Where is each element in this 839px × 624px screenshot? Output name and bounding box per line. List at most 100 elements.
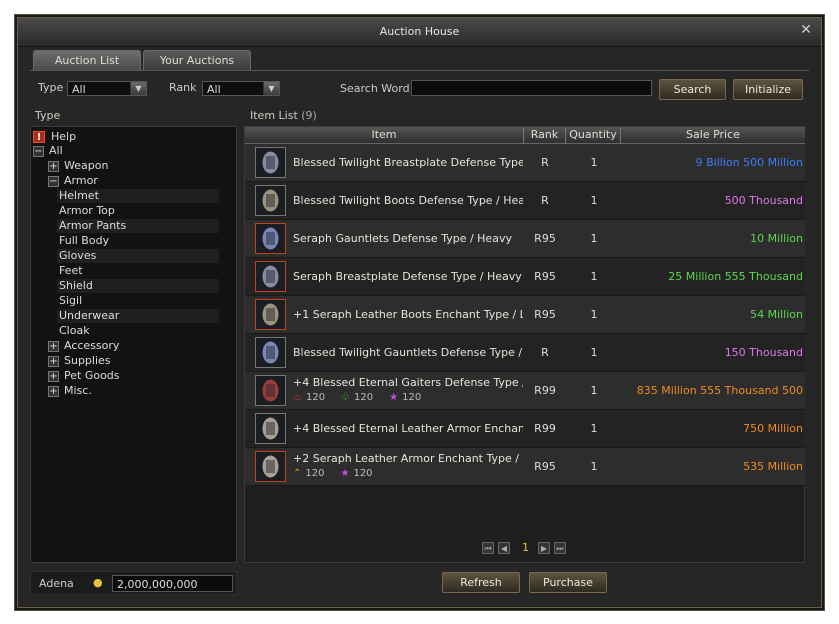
- item-name: Blessed Twilight Breastplate Defense Typ…: [293, 156, 523, 169]
- collapse-icon[interactable]: −: [48, 175, 59, 187]
- item-rank: R99: [534, 422, 556, 435]
- close-icon[interactable]: ✕: [798, 22, 814, 38]
- table-header: Item Rank Quantity Sale Price: [245, 127, 805, 144]
- attribute-value: 120: [305, 392, 326, 403]
- column-item[interactable]: Item: [245, 127, 524, 143]
- holy-icon: ★: [340, 468, 350, 479]
- chevron-down-icon: ▼: [263, 82, 279, 95]
- tree-leaf-feet[interactable]: Feet: [57, 264, 219, 278]
- table-row[interactable]: Blessed Twilight Gauntlets Defense Type …: [245, 334, 805, 372]
- tree-item-supplies[interactable]: + Supplies: [48, 353, 111, 368]
- item-list-count: (9): [301, 109, 317, 122]
- table-row[interactable]: +2 Seraph Leather Armor Enchant Type / L…: [245, 448, 805, 486]
- next-page-icon[interactable]: ▶: [538, 542, 550, 554]
- help-icon: !: [33, 131, 45, 143]
- item-price: 150 Thousand: [724, 346, 803, 359]
- item-name: +4 Blessed Eternal Gaiters Defense Type …: [293, 376, 523, 389]
- tree-leaf-helmet[interactable]: Helmet: [57, 189, 219, 203]
- expand-icon[interactable]: +: [48, 355, 59, 367]
- refresh-button[interactable]: Refresh: [442, 572, 520, 593]
- purchase-button[interactable]: Purchase: [529, 572, 607, 593]
- tree-label-help: Help: [51, 130, 77, 143]
- item-price: 835 Million 555 Thousand 500: [636, 384, 803, 397]
- attribute-value: 120: [353, 468, 373, 479]
- expand-icon[interactable]: +: [48, 385, 59, 397]
- title-bar[interactable]: Auction House ✕: [18, 18, 821, 47]
- tree-leaf-armor-pants[interactable]: Armor Pants: [57, 219, 219, 233]
- item-list-label: Item List (9): [250, 109, 317, 122]
- tree-leaf-sigil[interactable]: Sigil: [57, 294, 219, 308]
- expand-icon[interactable]: +: [48, 370, 59, 382]
- tree-leaf-full-body[interactable]: Full Body: [57, 234, 219, 248]
- item-attributes: ⌃ 120 ★ 120: [293, 468, 389, 479]
- tree-leaf-gloves[interactable]: Gloves: [57, 249, 219, 263]
- prev-page-icon[interactable]: ◀: [498, 542, 510, 554]
- tree-item-help[interactable]: ! Help: [33, 129, 76, 144]
- table-row[interactable]: Blessed Twilight Boots Defense Type / He…: [245, 182, 805, 220]
- tree-leaf-underwear[interactable]: Underwear: [57, 309, 219, 323]
- search-button[interactable]: Search: [659, 79, 726, 100]
- item-quantity: 1: [590, 194, 598, 207]
- item-rank: R: [541, 194, 549, 207]
- item-name: +4 Blessed Eternal Leather Armor Enchant…: [293, 422, 523, 435]
- tree-label-supplies: Supplies: [64, 354, 111, 367]
- column-quantity[interactable]: Quantity: [566, 127, 621, 143]
- first-page-icon[interactable]: ⏮: [482, 542, 494, 554]
- table-row[interactable]: Seraph Breastplate Defense Type / Heavy R…: [245, 258, 805, 296]
- expand-icon[interactable]: +: [48, 160, 59, 172]
- initialize-button[interactable]: Initialize: [733, 79, 803, 100]
- tree-item-misc[interactable]: + Misc.: [48, 383, 92, 398]
- attribute-value: 120: [402, 392, 422, 403]
- rank-select[interactable]: All ▼: [202, 81, 280, 96]
- table-row[interactable]: +4 Blessed Eternal Gaiters Defense Type …: [245, 372, 805, 410]
- coin-icon: ●: [93, 576, 103, 589]
- boots-icon: [255, 299, 286, 330]
- expand-icon[interactable]: +: [48, 340, 59, 352]
- item-list-panel: Item Rank Quantity Sale Price Blessed Tw…: [244, 126, 805, 563]
- collapse-icon[interactable]: −: [33, 145, 44, 157]
- leather-armor-icon: [255, 413, 286, 444]
- tree-item-armor[interactable]: − Armor: [48, 173, 98, 188]
- holy-attribute: ★ 120: [389, 392, 429, 403]
- tree-item-pet-goods[interactable]: + Pet Goods: [48, 368, 120, 383]
- type-select-value: All: [72, 83, 86, 96]
- fire-attribute: ♨ 120: [293, 392, 333, 403]
- item-name: Seraph Breastplate Defense Type / Heavy: [293, 270, 522, 283]
- auction-house-window: Auction House ✕ Auction List Your Auctio…: [17, 17, 822, 608]
- column-sale-price[interactable]: Sale Price: [621, 127, 805, 143]
- table-row[interactable]: +1 Seraph Leather Boots Enchant Type / L…: [245, 296, 805, 334]
- attribute-value: 120: [354, 392, 374, 403]
- table-row[interactable]: Blessed Twilight Breastplate Defense Typ…: [245, 144, 805, 182]
- table-row[interactable]: Seraph Gauntlets Defense Type / Heavy R95…: [245, 220, 805, 258]
- item-quantity: 1: [590, 384, 598, 397]
- wind-attribute: ♧ 120: [341, 392, 381, 403]
- table-row[interactable]: +4 Blessed Eternal Leather Armor Enchant…: [245, 410, 805, 448]
- item-rank: R95: [534, 460, 556, 473]
- tree-item-accessory[interactable]: + Accessory: [48, 338, 119, 353]
- tree-leaf-armor-top[interactable]: Armor Top: [57, 204, 219, 218]
- attribute-value: 120: [305, 468, 325, 479]
- item-rank: R95: [534, 232, 556, 245]
- item-quantity: 1: [590, 422, 598, 435]
- last-page-icon[interactable]: ⏭: [554, 542, 566, 554]
- tree-item-weapon[interactable]: + Weapon: [48, 158, 108, 173]
- column-rank[interactable]: Rank: [524, 127, 566, 143]
- leather-armor-icon: [255, 451, 286, 482]
- item-price: 500 Thousand: [724, 194, 803, 207]
- tab-your-auctions[interactable]: Your Auctions: [143, 50, 251, 71]
- tab-divider: [30, 70, 809, 71]
- item-price: 10 Million: [750, 232, 803, 245]
- holy-attribute: ★ 120: [340, 468, 380, 479]
- tab-auction-list[interactable]: Auction List: [33, 50, 141, 71]
- type-select[interactable]: All ▼: [67, 81, 147, 96]
- breastplate-icon: [255, 261, 286, 292]
- gaiters-icon: [255, 375, 286, 406]
- tree-leaf-cloak[interactable]: Cloak: [57, 324, 219, 338]
- tree-item-all[interactable]: − All: [33, 143, 63, 158]
- tree-label-weapon: Weapon: [64, 159, 109, 172]
- item-price: 25 Million 555 Thousand: [668, 270, 803, 283]
- tree-leaf-shield[interactable]: Shield: [57, 279, 219, 293]
- window-title: Auction House: [379, 25, 460, 38]
- search-input[interactable]: [411, 80, 652, 96]
- item-quantity: 1: [590, 346, 598, 359]
